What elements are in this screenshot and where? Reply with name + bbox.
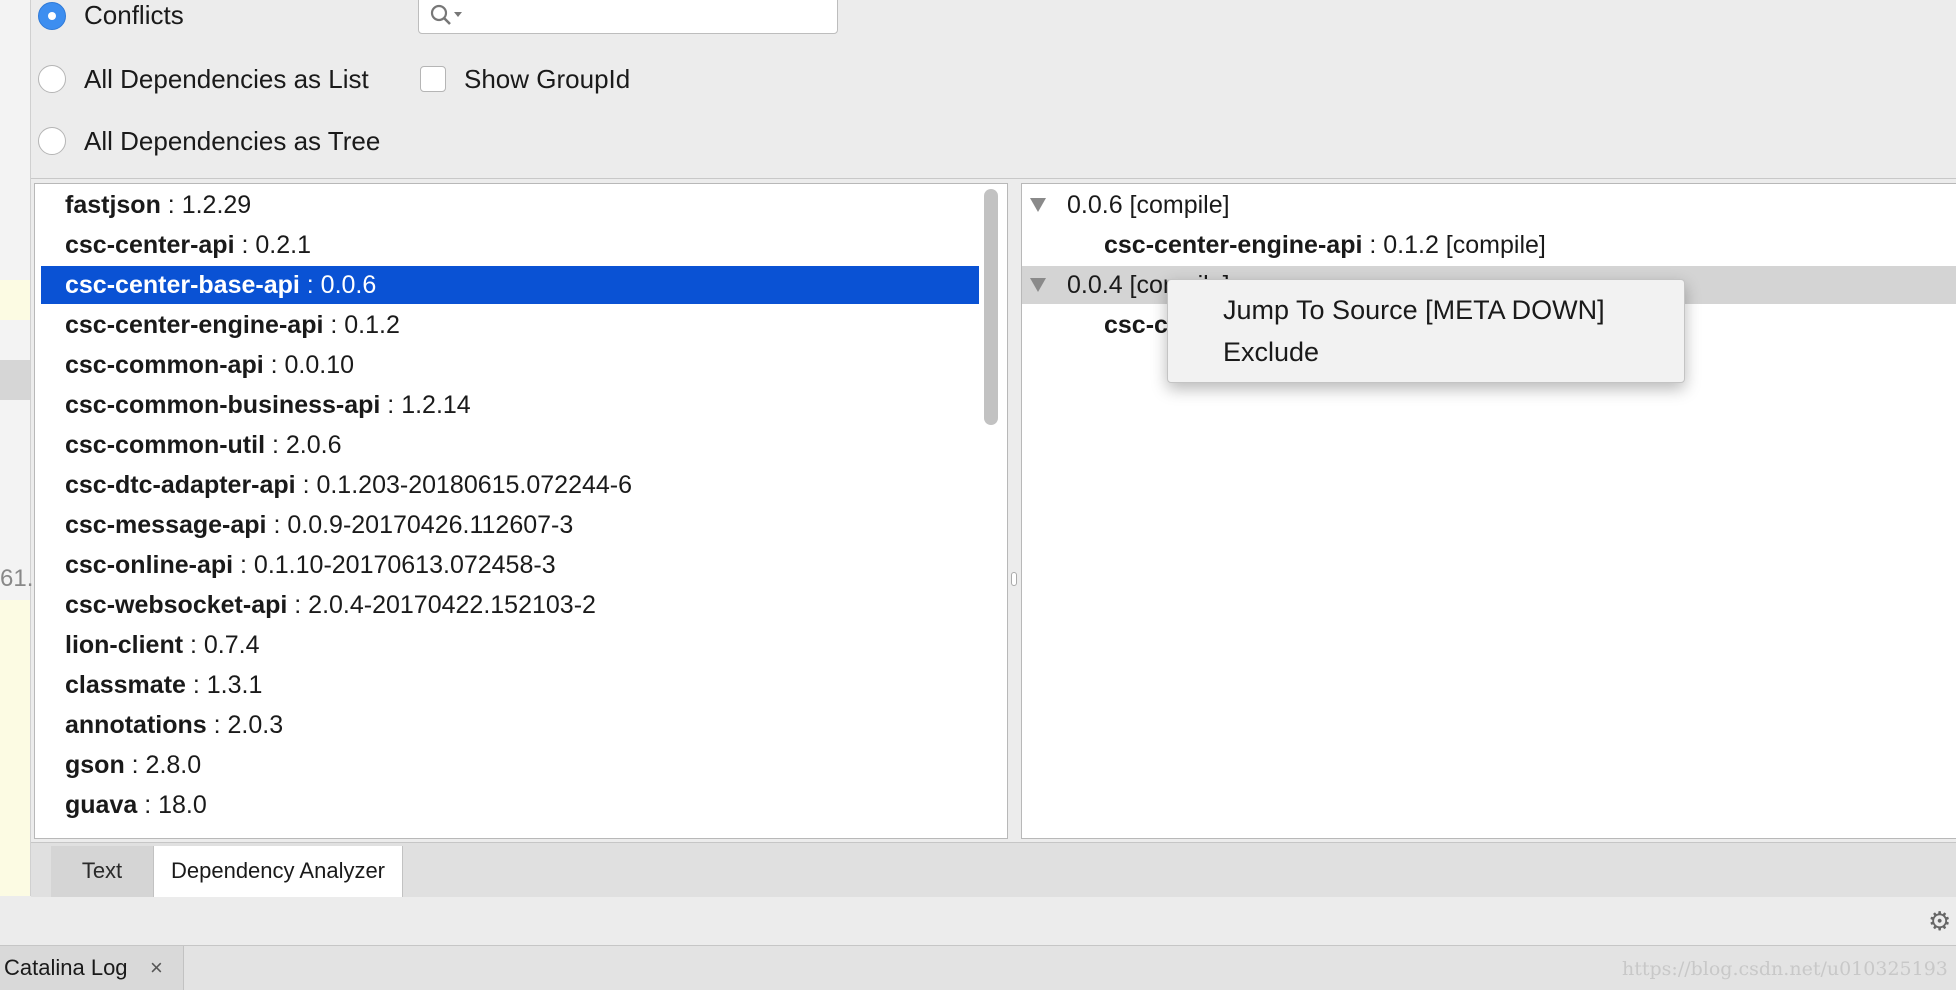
list-item[interactable]: annotations : 2.0.3 [41,706,979,744]
list-item[interactable]: csc-online-api : 0.1.10-20170613.072458-… [41,546,979,584]
context-menu: Jump To Source [META DOWN] Exclude [1167,279,1685,383]
list-item[interactable]: guava : 18.0 [41,786,979,824]
list-item[interactable]: lion-client : 0.7.4 [41,626,979,664]
tab-dependency-analyzer[interactable]: Dependency Analyzer [153,846,403,898]
tree-child-name: csc-c [1104,311,1168,339]
list-item-selected[interactable]: csc-center-base-api : 0.0.6 [41,266,979,304]
menu-item-jump-to-source[interactable]: Jump To Source [META DOWN] [1168,290,1682,330]
list-item[interactable]: gson : 2.8.0 [41,746,979,784]
tree-label[interactable]: All Dependencies as Tree [84,126,380,157]
panel-splitter[interactable] [1008,183,1022,839]
tool-window-header [0,897,1956,946]
expand-triangle-icon[interactable] [1030,278,1046,292]
expand-triangle-icon[interactable] [1030,198,1046,212]
editor-tab-bar: Text Dependency Analyzer [31,842,1956,898]
list-label[interactable]: All Dependencies as List [84,64,369,95]
search-icon[interactable] [429,2,465,28]
gutter-current-line [0,360,30,400]
tree-node-label: 0.0.6 [compile] [1067,191,1230,219]
list-item[interactable]: csc-common-util : 2.0.6 [41,426,979,464]
list-item[interactable]: csc-message-api : 0.0.9-20170426.112607-… [41,506,979,544]
list-scrollbar[interactable] [984,189,998,425]
tree-child-name: csc-center-engine-api [1104,231,1363,259]
gutter-text: 61. [0,565,34,592]
list-item[interactable]: fastjson : 1.2.29 [41,186,979,224]
watermark: https://blog.csdn.net/u010325193 [1622,958,1948,980]
tree-node[interactable]: 0.0.6 [compile] [1022,186,1956,224]
dependency-list[interactable]: fastjson : 1.2.29 csc-center-api : 0.2.1… [34,183,1008,839]
conflicts-label[interactable]: Conflicts [84,0,184,31]
radio-tree[interactable] [38,127,66,155]
show-groupid-label[interactable]: Show GroupId [464,64,630,95]
show-groupid-checkbox[interactable] [420,66,446,92]
gear-icon[interactable]: ⚙ [1928,908,1954,934]
splitter-handle[interactable] [1011,572,1017,586]
radio-list[interactable] [38,65,66,93]
tab-text[interactable]: Text [51,846,153,898]
radio-conflicts[interactable] [38,2,66,30]
list-item[interactable]: classmate : 1.3.1 [41,666,979,704]
tree-child-version: : 0.1.2 [compile] [1362,231,1546,259]
search-field[interactable] [418,0,838,34]
gutter-highlight [0,280,30,320]
list-item[interactable]: csc-common-api : 0.0.10 [41,346,979,384]
gutter-highlight [0,600,30,896]
list-item[interactable]: csc-common-business-api : 1.2.14 [41,386,979,424]
list-item[interactable]: csc-center-engine-api : 0.1.2 [41,306,979,344]
menu-item-exclude[interactable]: Exclude [1168,332,1682,372]
tree-child[interactable]: csc-center-engine-api : 0.1.2 [compile] [1022,226,1956,264]
list-item[interactable]: csc-websocket-api : 2.0.4-20170422.15210… [41,586,979,624]
close-icon[interactable]: × [150,946,163,990]
list-item[interactable]: csc-dtc-adapter-api : 0.1.203-20180615.0… [41,466,979,504]
list-item[interactable]: csc-center-api : 0.2.1 [41,226,979,264]
